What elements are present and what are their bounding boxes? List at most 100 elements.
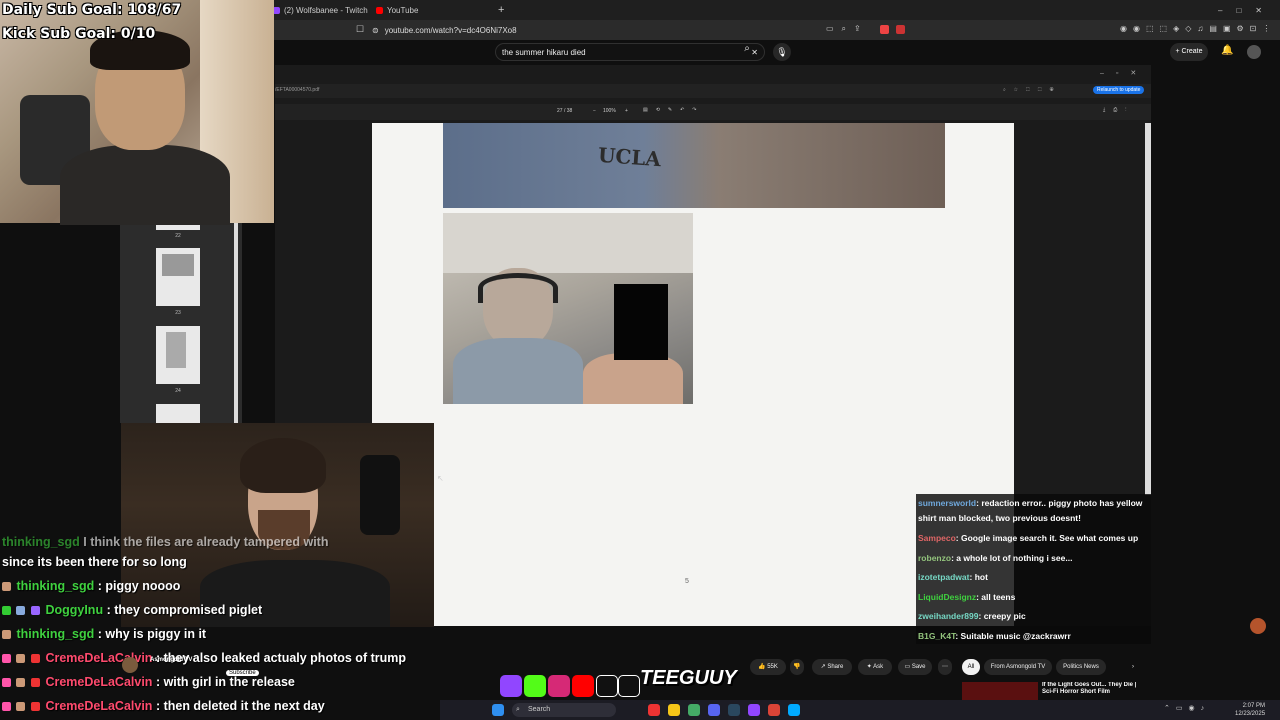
app-icon[interactable] [688, 704, 700, 716]
photo-jacket [453, 338, 583, 404]
search-value: the summer hikaru died [502, 47, 586, 57]
chevron-right-icon[interactable]: › [1126, 659, 1140, 675]
avatar[interactable] [1250, 618, 1266, 634]
brave-icon[interactable] [648, 704, 660, 716]
thumbnail-label: 22 [175, 233, 181, 239]
ask-button[interactable]: ✦ Ask [858, 659, 892, 675]
badge-icon [30, 702, 40, 712]
instagram-icon [548, 675, 570, 697]
relaunch-button: Relaunch to update [1093, 86, 1145, 94]
chat-username: thinking_sgd [16, 627, 95, 641]
chat-text: all teens [981, 592, 1016, 602]
toolbar-extensions[interactable]: ◉◉⬚⬚◈◇♫▤▣⚙⊡⋮ [1120, 24, 1276, 33]
clock-time: 2:07 PM [1242, 703, 1266, 709]
save-button[interactable]: ▭ Save [898, 659, 932, 675]
chat-message: sumnersworld: redaction error.. piggy ph… [918, 498, 1143, 508]
dislike-button[interactable]: 👎 [790, 659, 804, 675]
discord-icon[interactable] [708, 704, 720, 716]
extension-icon[interactable] [896, 25, 905, 34]
create-button[interactable]: + Create [1170, 43, 1208, 61]
folder-icon[interactable] [668, 704, 680, 716]
voice-search-button[interactable]: 🎙 [773, 43, 791, 61]
chat-text: : with girl in the release [155, 675, 295, 689]
filter-all[interactable]: All [962, 659, 980, 675]
address-actions[interactable]: ▭⌕⇪ [826, 24, 869, 34]
photo-text: UCLA [597, 142, 662, 172]
pdf-scrollbar [1145, 123, 1151, 495]
chat-username: DoggyInu [45, 603, 104, 617]
thumbnail-image [166, 332, 186, 368]
youtube-icon [376, 6, 383, 14]
chat-text: : they compromised piglet [106, 603, 263, 617]
creator-hair [240, 438, 326, 493]
new-tab-button[interactable]: + [498, 3, 504, 17]
filter-politics[interactable]: Politics News [1056, 659, 1106, 675]
chat-username: CremeDeLaCalvin [45, 699, 153, 713]
minimize-icon[interactable]: – [1218, 6, 1222, 15]
url-field[interactable]: ⊜ youtube.com/watch?v=dc4O6Ni7Xo8 [372, 23, 872, 37]
tiktok-icon [596, 675, 618, 697]
bookmark-icon[interactable]: ☐ [356, 24, 364, 35]
search-input[interactable]: the summer hikaru died ✕ [495, 43, 765, 61]
chat-username: thinking_sgd [16, 579, 95, 593]
badge-icon [2, 582, 11, 592]
chat-username: sumnersworld [918, 498, 977, 508]
chat-message: DoggyInu : they compromised piglet [2, 603, 262, 617]
chat-text: a whole lot of nothing i see... [956, 553, 1073, 563]
taskbar-search-label: Search [528, 706, 551, 713]
subscribe-button[interactable]: Subscribe [226, 670, 259, 676]
recommended-thumbnail[interactable] [962, 682, 1038, 700]
chat-message: CremeDeLaCalvin : they also leaked actua… [2, 651, 406, 665]
chat-message: thinking_sgd : piggy noooo [2, 579, 180, 593]
close-icon[interactable]: ✕ [1255, 6, 1262, 15]
channel-avatar[interactable] [122, 657, 138, 673]
video-chat-overlay: sumnersworld: redaction error.. piggy ph… [916, 494, 1151, 644]
search-button[interactable]: ⌕ [737, 43, 757, 61]
extension-icon[interactable] [880, 25, 889, 34]
app-icon[interactable] [788, 704, 800, 716]
chat-text: : piggy noooo [97, 579, 181, 593]
chat-message: thinking_sgd I think the files are alrea… [2, 535, 328, 549]
like-button[interactable]: 👍 55K [750, 659, 786, 675]
avatar[interactable] [1247, 45, 1261, 59]
social-overlay: TEEGUUY [500, 665, 737, 701]
windows-start-icon[interactable] [492, 704, 504, 716]
site-info-icon[interactable]: ⊜ [372, 26, 379, 35]
chat-message: B1G_K4T: Suitable music @zackrawrr [918, 631, 1071, 641]
maximize-icon[interactable]: □ [1236, 6, 1241, 15]
chat-text: creepy pic [983, 611, 1026, 621]
badge-icon [2, 678, 11, 688]
recommended-title[interactable]: If the Light Goes Out... They Die | Sci-… [1042, 682, 1137, 696]
share-button[interactable]: ↗ Share [812, 659, 852, 675]
chrome-icon[interactable] [768, 704, 780, 716]
tab-label: YouTube [387, 5, 419, 15]
watermark-logo: TEEGUUY [640, 667, 737, 689]
twitch-icon [500, 675, 522, 697]
taskbar-search[interactable]: ⌕ Search [512, 703, 616, 717]
pdf-browser-icons: ⌕☆⬚⬚◉ [1003, 87, 1062, 93]
notifications-bell-icon[interactable]: 🔔 [1221, 45, 1233, 56]
twitch-app-icon[interactable] [748, 704, 760, 716]
badge-icon [2, 606, 11, 616]
pdf-actions: ⤓⎙⋮ [1103, 107, 1135, 113]
chat-message: Sampeco: Google image search it. See wha… [918, 533, 1139, 543]
mouse-cursor-icon: ↖ [437, 474, 444, 483]
system-tray-icons[interactable]: ⌃▭◉♪ [1164, 704, 1210, 712]
tab-twitch[interactable]: (2) Wolfsbanee - Twitch [273, 3, 368, 17]
steam-icon[interactable] [728, 704, 740, 716]
chat-username: CremeDeLaCalvin [45, 675, 153, 689]
filter-from-channel[interactable]: From Asmongold TV [984, 659, 1052, 675]
window-controls[interactable]: – □ ✕ [1218, 3, 1262, 17]
tab-youtube[interactable]: YouTube [376, 3, 418, 17]
chat-text: redaction error.. piggy photo has yellow [981, 498, 1143, 508]
chat-message: thinking_sgd : why is piggy in it [2, 627, 206, 641]
chat-message: LiquidDesignz: all teens [918, 592, 1016, 602]
headset-icon [478, 273, 558, 303]
taskbar-clock[interactable]: 2:07 PM 12/23/2025 [1235, 702, 1265, 718]
more-actions-button[interactable]: ⋯ [938, 659, 952, 675]
youtube-header: the summer hikaru died ✕ ⌕ 🎙 + Create 🔔 [275, 40, 1280, 65]
channel-name[interactable]: Asmongold TV [150, 657, 192, 663]
windows-taskbar: ⌕ Search ⌃▭◉♪ 2:07 PM 12/23/2025 [440, 700, 1280, 720]
ask-label: Ask [873, 664, 884, 670]
share-label: Share [827, 664, 844, 670]
